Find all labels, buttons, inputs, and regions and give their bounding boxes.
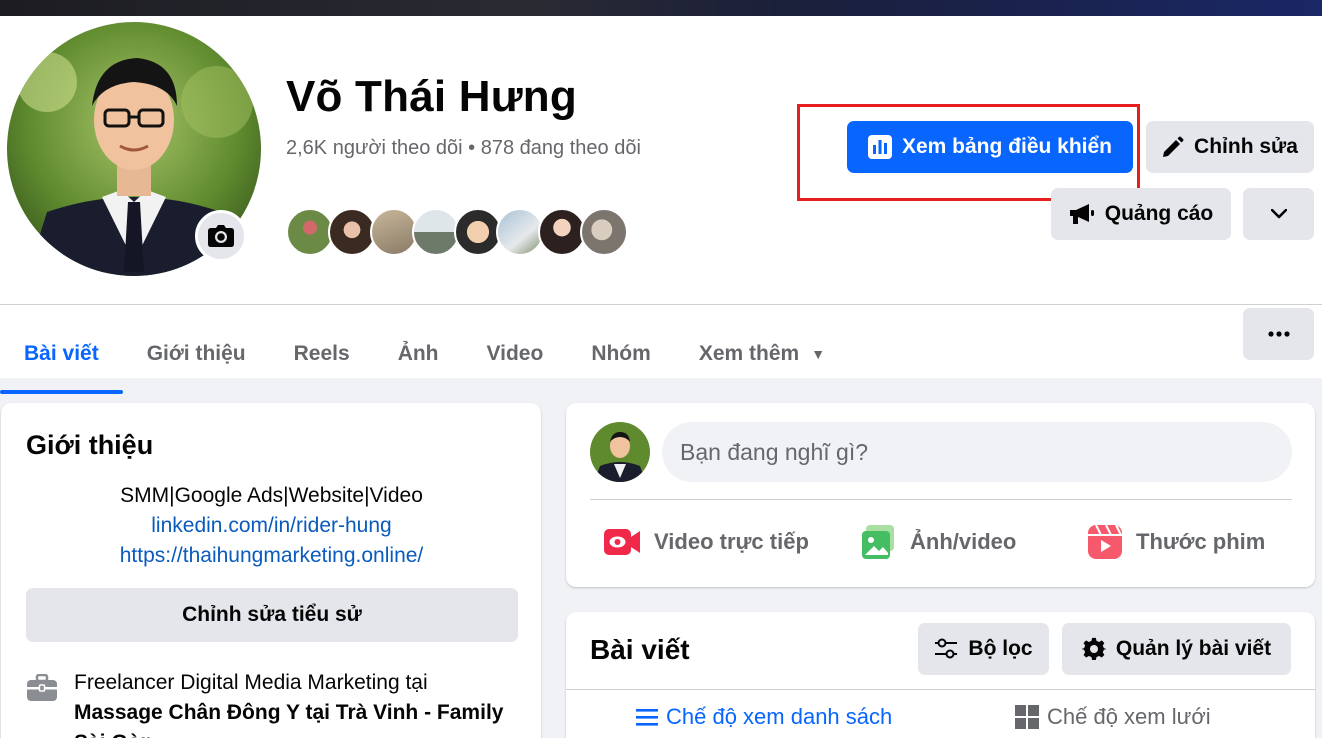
live-video-button[interactable]: Video trực tiếp — [604, 513, 809, 571]
advertise-button[interactable]: Quảng cáo — [1051, 188, 1231, 240]
friend-avatar[interactable] — [286, 208, 334, 256]
friend-avatar[interactable] — [538, 208, 586, 256]
pencil-icon — [1163, 136, 1184, 157]
friend-avatar[interactable] — [580, 208, 628, 256]
tabs-overflow-button[interactable] — [1243, 308, 1314, 360]
work-prefix: Freelancer Digital Media Marketing tại — [74, 671, 428, 694]
briefcase-icon — [27, 674, 57, 701]
tab-reels[interactable]: Reels — [270, 314, 374, 394]
follower-count[interactable]: 2,6K người theo dõi • 878 đang theo dõi — [286, 133, 676, 163]
work-info: Freelancer Digital Media Marketing tại M… — [26, 668, 534, 738]
friend-avatar[interactable] — [496, 208, 544, 256]
megaphone-icon — [1069, 204, 1094, 224]
more-actions-dropdown-button[interactable] — [1243, 188, 1314, 240]
friend-avatar-strip — [286, 208, 628, 256]
posts-card: Bài viết Bộ lọc Quản lý bài viết Chế độ … — [566, 612, 1316, 738]
header-divider — [0, 304, 1322, 305]
friend-avatar[interactable] — [328, 208, 376, 256]
photo-icon — [862, 525, 894, 559]
composer-divider — [590, 499, 1292, 500]
website-link[interactable]: https://thaihungmarketing.online/ — [1, 541, 542, 571]
friend-avatar[interactable] — [412, 208, 460, 256]
tab-photos[interactable]: Ảnh — [374, 314, 463, 394]
posts-title: Bài viết — [590, 634, 690, 665]
grid-view-toggle[interactable]: Chế độ xem lưới — [1015, 704, 1211, 730]
gear-icon — [1081, 637, 1106, 661]
grid-icon — [1015, 705, 1039, 729]
view-dashboard-button[interactable]: Xem bảng điều khiển — [847, 121, 1133, 173]
intro-card: Giới thiệu SMM|Google Ads|Website|Video … — [1, 403, 541, 738]
tab-more[interactable]: Xem thêm ▼ — [675, 314, 849, 394]
edit-profile-label: Chỉnh sửa — [1194, 135, 1298, 158]
tab-groups[interactable]: Nhóm — [567, 314, 675, 394]
photo-video-button[interactable]: Ảnh/video — [862, 513, 1016, 571]
intro-title: Giới thiệu — [26, 430, 154, 460]
tab-about[interactable]: Giới thiệu — [123, 314, 270, 394]
list-view-toggle[interactable]: Chế độ xem danh sách — [636, 704, 892, 730]
composer-input[interactable]: Bạn đang nghĩ gì? — [662, 422, 1292, 482]
edit-profile-button[interactable]: Chỉnh sửa — [1146, 121, 1314, 173]
linkedin-link[interactable]: linkedin.com/in/rider-hung — [1, 511, 542, 541]
ellipsis-icon — [1267, 331, 1290, 337]
reel-icon — [1088, 525, 1122, 559]
reel-button[interactable]: Thước phim — [1088, 513, 1265, 571]
filter-sliders-icon — [935, 638, 958, 659]
chevron-down-icon — [1270, 209, 1287, 219]
profile-tabs: Bài viết Giới thiệu Reels Ảnh Video Nhóm… — [0, 314, 849, 394]
chart-bars-icon — [867, 135, 892, 159]
composer-avatar[interactable] — [590, 422, 650, 482]
manage-posts-button[interactable]: Quản lý bài viết — [1062, 623, 1291, 675]
posts-divider — [566, 689, 1316, 690]
live-video-icon — [604, 529, 640, 555]
bio-text: SMM|Google Ads|Website|Video — [120, 484, 423, 507]
edit-bio-button[interactable]: Chỉnh sửa tiểu sử — [26, 588, 518, 642]
change-avatar-button[interactable] — [195, 210, 247, 262]
filter-button[interactable]: Bộ lọc — [918, 623, 1049, 675]
friend-avatar[interactable] — [454, 208, 502, 256]
advertise-label: Quảng cáo — [1104, 202, 1214, 225]
profile-name: Võ Thái Hưng — [286, 72, 577, 121]
tab-videos[interactable]: Video — [463, 314, 568, 394]
work-place-link[interactable]: Massage Chân Đông Y tại Trà Vinh - Famil… — [74, 701, 503, 738]
cover-photo-strip — [0, 0, 1322, 16]
camera-icon — [208, 225, 234, 247]
caret-down-icon: ▼ — [811, 346, 826, 362]
profile-header: Võ Thái Hưng 2,6K người theo dõi • 878 đ… — [0, 16, 1322, 394]
friend-avatar[interactable] — [370, 208, 418, 256]
list-icon — [636, 709, 658, 726]
post-composer-card: Bạn đang nghĩ gì? Video trực tiếp Ảnh/vi… — [566, 403, 1315, 587]
view-dashboard-label: Xem bảng điều khiển — [901, 135, 1113, 158]
tab-posts[interactable]: Bài viết — [0, 314, 123, 394]
